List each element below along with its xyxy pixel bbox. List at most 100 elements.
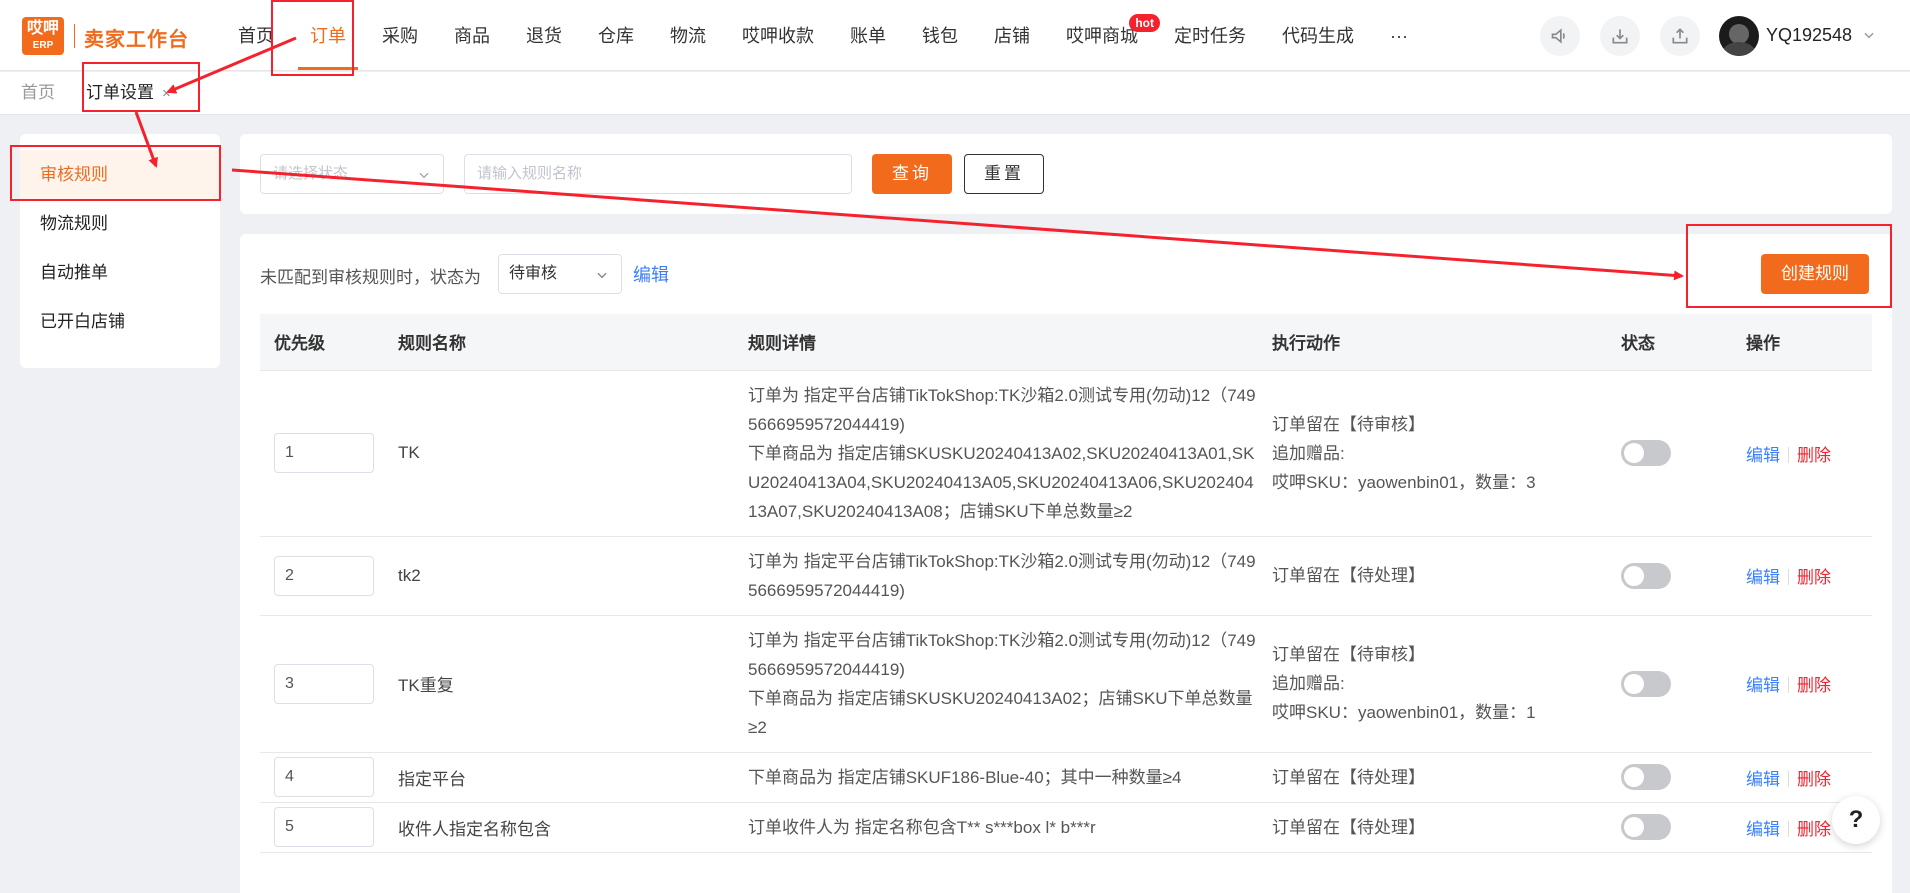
priority-input[interactable]: 1 (274, 433, 374, 473)
rule-name-input[interactable]: 请输入规则名称 (464, 154, 852, 194)
edit-rule-link[interactable]: 编辑 (1746, 446, 1780, 465)
megaphone-button[interactable] (1540, 16, 1580, 56)
status-select[interactable]: 请选择状态 (260, 154, 444, 194)
delete-rule-link[interactable]: 删除 (1797, 446, 1831, 465)
nav-item-5[interactable]: 仓库 (580, 0, 652, 70)
nav-item-9[interactable]: 钱包 (904, 0, 976, 70)
table-row: 2 tk2 订单为 指定平台店铺TikTokShop:TK沙箱2.0测试专用(勿… (260, 536, 1872, 616)
edit-rule-link[interactable]: 编辑 (1746, 676, 1780, 695)
rule-name-cell: 指定平台 (384, 752, 734, 803)
reset-button[interactable]: 重置 (964, 154, 1044, 194)
rule-action-line: 追加赠品: (1272, 674, 1345, 693)
column-header-0: 优先级 (260, 314, 384, 371)
delete-rule-link[interactable]: 删除 (1797, 676, 1831, 695)
rule-status-toggle[interactable] (1621, 764, 1671, 790)
rule-detail-cell: 订单为 指定平台店铺TikTokShop:TK沙箱2.0测试专用(勿动)12（7… (734, 536, 1258, 616)
app-logo[interactable]: 哎呷 ERP (22, 17, 64, 55)
annotation-box-order-settings (82, 62, 200, 112)
priority-cell: 5 (260, 802, 384, 853)
nav-item-2[interactable]: 采购 (364, 0, 436, 70)
rule-name-placeholder: 请输入规则名称 (477, 165, 583, 182)
rule-status-toggle[interactable] (1621, 562, 1671, 589)
rule-action-cell: 订单留在【待处理】 (1258, 536, 1607, 616)
avatar[interactable] (1719, 16, 1759, 56)
column-header-4: 状态 (1607, 314, 1732, 371)
nav-item-7[interactable]: 哎呷收款 (724, 0, 832, 70)
rule-status-toggle[interactable] (1621, 670, 1671, 697)
sidebar-item-3[interactable]: 已开白店铺 (20, 297, 220, 346)
status-cell (1607, 536, 1732, 616)
main-nav: 首页 订单 采购 商品 退货 仓库 物流 哎呷收款 账单 钱包 店铺 哎呷商城 hot 定时任务 代码生成 ·… (220, 0, 1426, 70)
column-header-1: 规则名称 (384, 314, 734, 371)
nav-item-label: 物流 (670, 26, 706, 46)
download-button[interactable] (1600, 16, 1640, 56)
edit-rule-link[interactable]: 编辑 (1746, 820, 1780, 839)
nav-item-label: 定时任务 (1174, 26, 1246, 46)
nav-item-8[interactable]: 账单 (832, 0, 904, 70)
rule-action-line: 追加赠品: (1272, 443, 1345, 463)
nav-item-label: 钱包 (922, 26, 958, 46)
nav-item-label: 采购 (382, 26, 418, 46)
rule-detail-line: 下单商品为 指定店铺SKUSKU20240413A02,SKU20240413A… (748, 443, 1255, 521)
divider (1788, 770, 1789, 787)
rule-status-toggle[interactable] (1621, 440, 1671, 466)
help-button[interactable]: ? (1832, 796, 1880, 844)
chevron-down-icon (419, 172, 429, 179)
priority-input[interactable]: 5 (274, 807, 374, 847)
rule-action-line: 订单留在【待审核】 (1272, 414, 1425, 434)
nav-item-label: 退货 (526, 26, 562, 46)
chevron-down-icon[interactable] (1862, 28, 1876, 42)
nav-item-14[interactable]: ··· (1372, 0, 1426, 70)
edit-rule-link[interactable]: 编辑 (1746, 770, 1780, 789)
logo-divider (74, 24, 75, 48)
status-cell (1607, 615, 1732, 753)
nav-item-12[interactable]: 定时任务 (1156, 0, 1264, 70)
nav-item-4[interactable]: 退货 (508, 0, 580, 70)
nav-item-label: 代码生成 (1282, 26, 1354, 46)
delete-rule-link[interactable]: 删除 (1797, 820, 1831, 839)
user-name[interactable]: YQ192548 (1766, 25, 1852, 46)
priority-input[interactable]: 3 (274, 663, 374, 704)
table-row: 5 收件人指定名称包含 订单收件人为 指定名称包含T** s***box l* … (260, 802, 1872, 853)
rule-action-cell: 订单留在【待审核】 追加赠品: 哎呷SKU：yaowenbin01，数量：3 (1258, 370, 1607, 537)
table-row: 3 TK重复 订单为 指定平台店铺TikTokShop:TK沙箱2.0测试专用(… (260, 615, 1872, 753)
table-header: 优先级 规则名称 规则详情 执行动作 状态 操作 (260, 314, 1872, 371)
operations-cell: 编辑 删除 (1732, 370, 1872, 537)
column-header-5: 操作 (1732, 314, 1872, 371)
nav-item-label: 首页 (238, 26, 274, 46)
table-row: 1 TK 订单为 指定平台店铺TikTokShop:TK沙箱2.0测试专用(勿动… (260, 370, 1872, 537)
operations-cell: 编辑 删除 (1732, 615, 1872, 753)
logo-text-top: 哎呷 (26, 20, 59, 37)
edit-unmatched-status-link[interactable]: 编辑 (633, 261, 669, 287)
rule-name-cell: tk2 (384, 536, 734, 616)
rule-status-toggle[interactable] (1621, 814, 1671, 840)
priority-input[interactable]: 4 (274, 757, 374, 797)
nav-item-10[interactable]: 店铺 (976, 0, 1048, 70)
chevron-down-icon (597, 272, 607, 279)
delete-rule-link[interactable]: 删除 (1797, 568, 1831, 587)
nav-item-11[interactable]: 哎呷商城 hot (1048, 0, 1160, 70)
nav-item-label: 账单 (850, 26, 886, 46)
divider (1788, 446, 1789, 463)
unmatched-status-select[interactable]: 待审核 (498, 254, 622, 294)
rule-action-line: 订单留在【待处理】 (1272, 817, 1425, 837)
nav-item-label: 商品 (454, 26, 490, 46)
rule-action-cell: 订单留在【待处理】 (1258, 752, 1607, 803)
edit-rule-link[interactable]: 编辑 (1746, 568, 1780, 587)
nav-item-6[interactable]: 物流 (652, 0, 724, 70)
rule-action-cell: 订单留在【待审核】 追加赠品: 哎呷SKU：yaowenbin01，数量：1 (1258, 615, 1607, 753)
upload-button[interactable] (1660, 16, 1700, 56)
divider (1788, 569, 1789, 585)
tab-home[interactable]: 首页 (21, 72, 55, 115)
query-button[interactable]: 查询 (872, 154, 952, 194)
divider (1788, 677, 1789, 693)
priority-input[interactable]: 2 (274, 555, 374, 596)
delete-rule-link[interactable]: 删除 (1797, 770, 1831, 789)
sidebar-item-2[interactable]: 自动推单 (20, 248, 220, 297)
nav-item-3[interactable]: 商品 (436, 0, 508, 70)
nav-item-13[interactable]: 代码生成 (1264, 0, 1372, 70)
priority-cell: 2 (260, 536, 384, 616)
unmatched-status-value: 待审核 (509, 265, 558, 282)
sidebar-item-1[interactable]: 物流规则 (20, 199, 220, 248)
rule-action-line: 订单留在【待处理】 (1272, 767, 1425, 787)
